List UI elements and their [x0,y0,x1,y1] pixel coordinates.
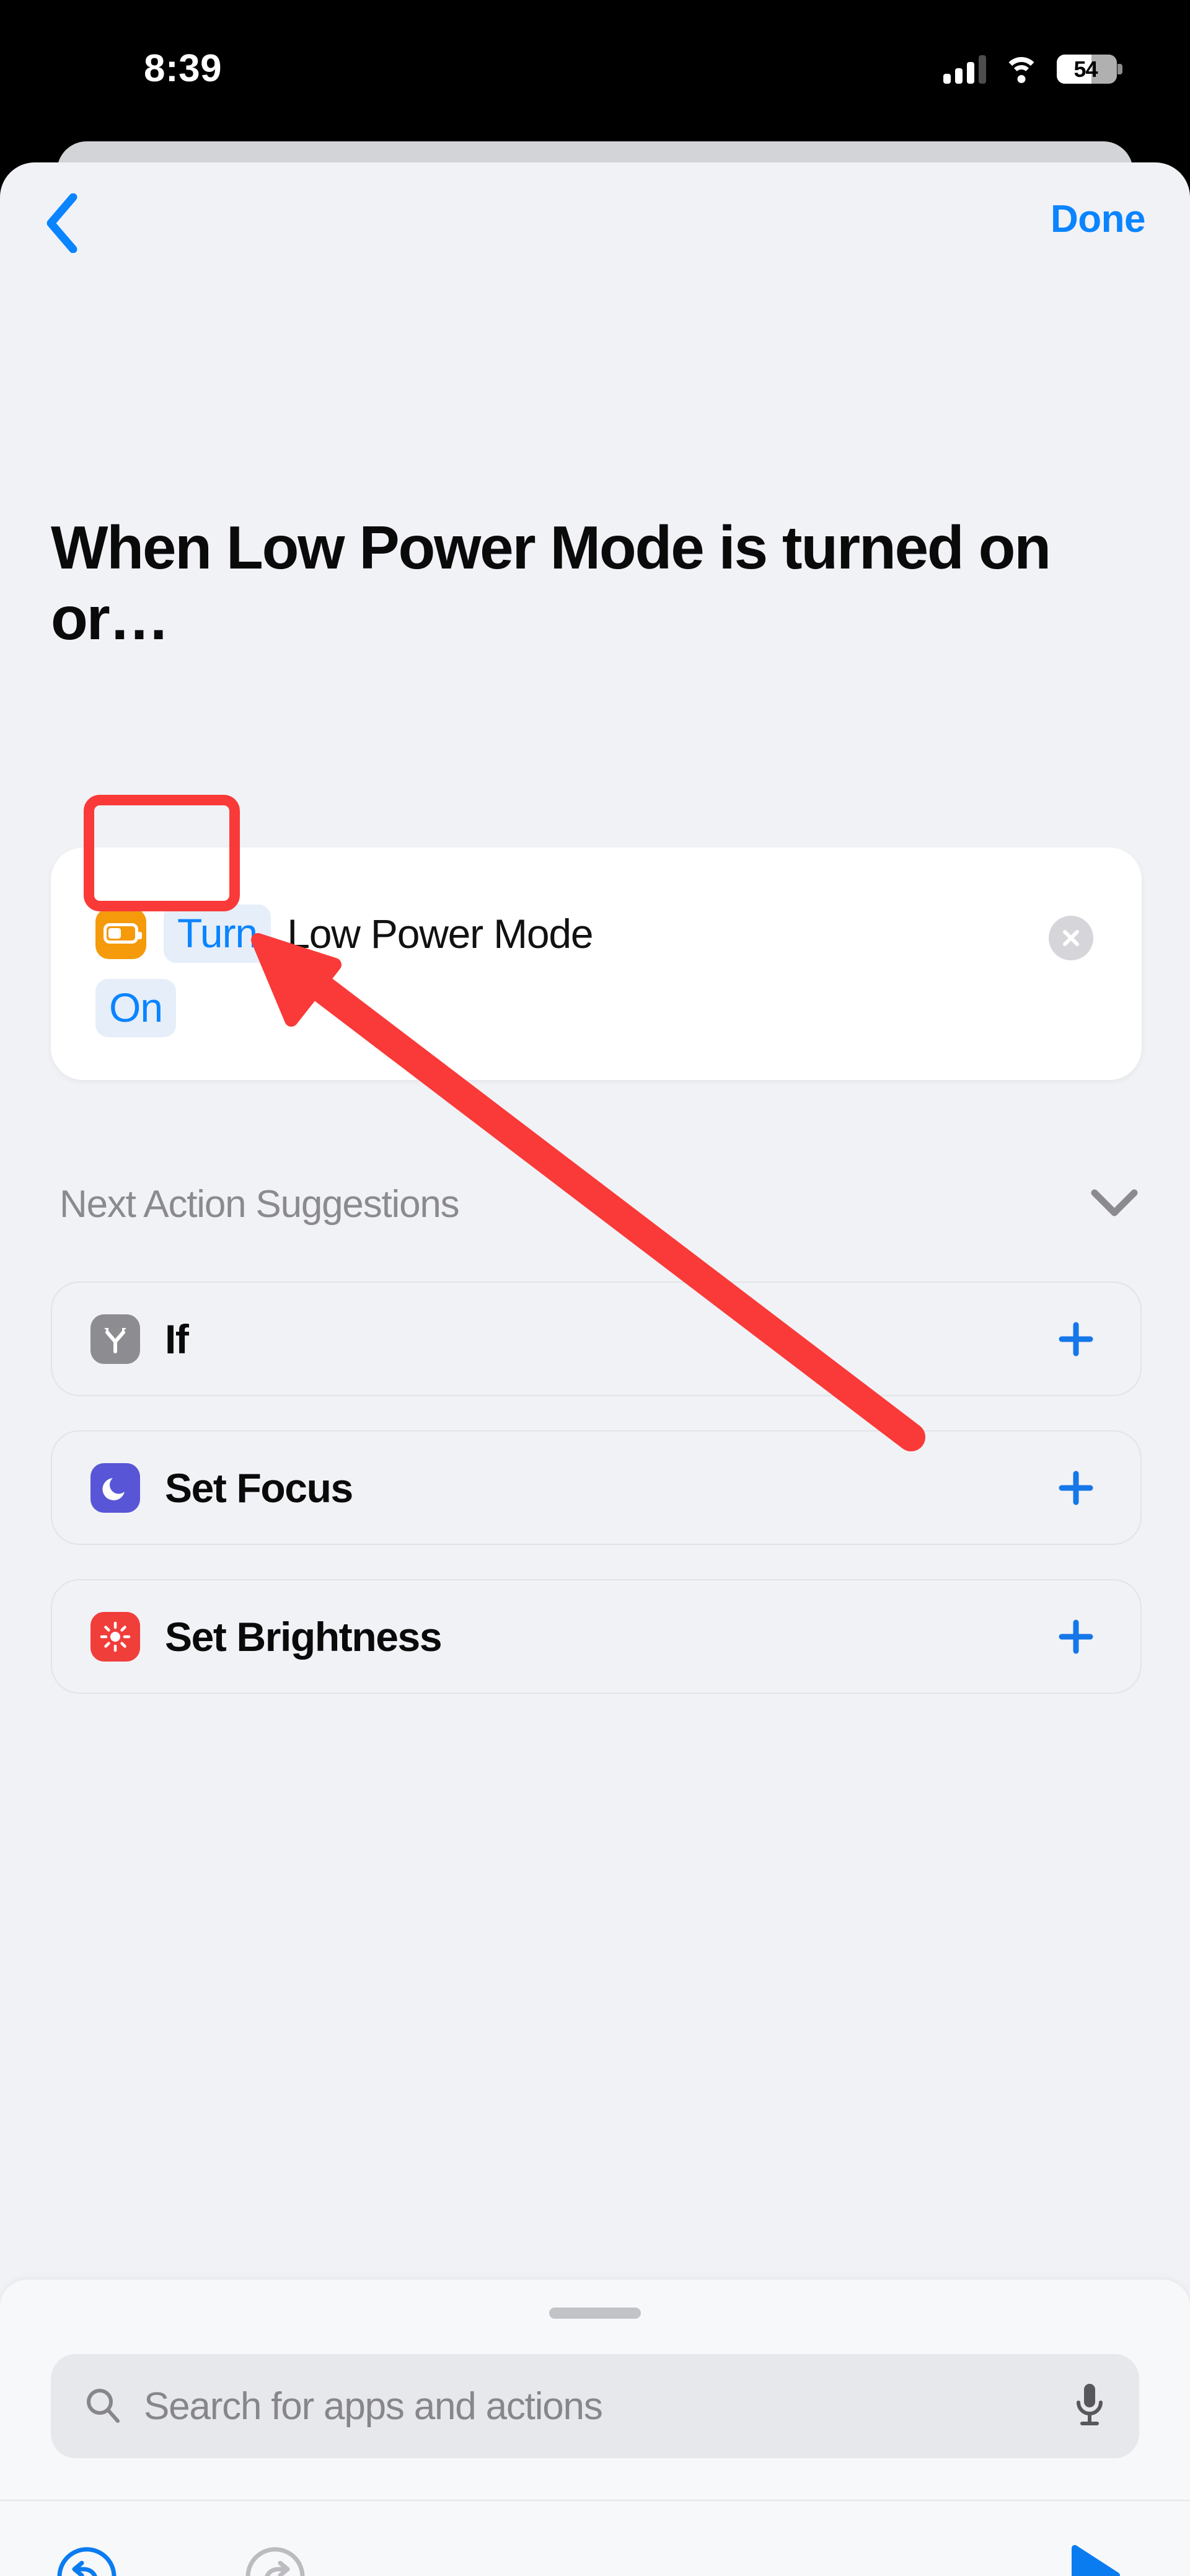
close-circle-icon[interactable] [1049,916,1093,960]
redo-icon [243,2544,307,2576]
action-card-content: Turn Low Power Mode [95,905,1097,963]
section-label: Next Action Suggestions [60,1183,460,1226]
suggestion-row-set-brightness[interactable]: Set Brightness [51,1579,1142,1694]
plus-icon[interactable] [1052,1613,1100,1660]
battery-low-power-icon [95,908,146,959]
action-state-chip[interactable]: On [95,979,177,1037]
suggestion-row-set-focus[interactable]: Set Focus [51,1430,1142,1545]
done-button[interactable]: Done [1051,197,1146,241]
brightness-icon [90,1611,140,1662]
phone-screen: 8:39 54 Done When Low Power Mode is turn… [0,0,1190,2576]
wifi-icon [1003,56,1039,83]
navigation-bar: Done [0,162,1190,280]
action-card-low-power-mode[interactable]: Turn Low Power Mode On [51,848,1142,1080]
suggestion-label: If [165,1316,189,1362]
shortcut-editor-sheet: Done When Low Power Mode is turned on or… [0,162,1190,2576]
suggestion-row-if[interactable]: If [51,1281,1142,1396]
search-placeholder: Search for apps and actions [144,2384,603,2428]
undo-icon[interactable] [55,2544,119,2576]
drag-handle[interactable] [549,2308,641,2319]
moon-icon [90,1463,140,1513]
page-title: When Low Power Mode is turned on or… [51,513,1051,652]
status-bar: 8:39 54 [0,0,1190,115]
cellular-signal-icon [943,55,986,84]
suggestion-label: Set Brightness [165,1613,443,1660]
next-action-suggestions-header[interactable]: Next Action Suggestions [60,1182,1138,1226]
action-library-panel: Search for apps and actions [0,2280,1190,2576]
suggestion-label: Set Focus [165,1464,353,1511]
editor-toolbar [0,2500,1190,2576]
play-icon[interactable] [1067,2543,1122,2576]
action-state-chip-wrap: On [95,979,177,1037]
search-icon [83,2385,123,2428]
back-button[interactable] [31,192,93,254]
action-subject-label: Low Power Mode [287,910,593,957]
chevron-down-icon[interactable] [1091,1188,1138,1221]
battery-percent-label: 54 [1073,56,1098,82]
microphone-icon[interactable] [1072,2381,1107,2432]
action-verb-chip[interactable]: Turn [164,905,271,963]
battery-icon: 54 [1057,55,1122,84]
search-input[interactable]: Search for apps and actions [51,2354,1139,2458]
branch-icon [90,1314,140,1364]
status-bar-time: 8:39 [144,47,223,90]
suggestion-list: If Set Focus Set Brightness [51,1281,1142,1728]
plus-icon[interactable] [1052,1316,1100,1363]
chevron-left-icon [45,193,79,253]
status-bar-indicators: 54 [943,55,1122,84]
plus-icon[interactable] [1052,1464,1100,1512]
